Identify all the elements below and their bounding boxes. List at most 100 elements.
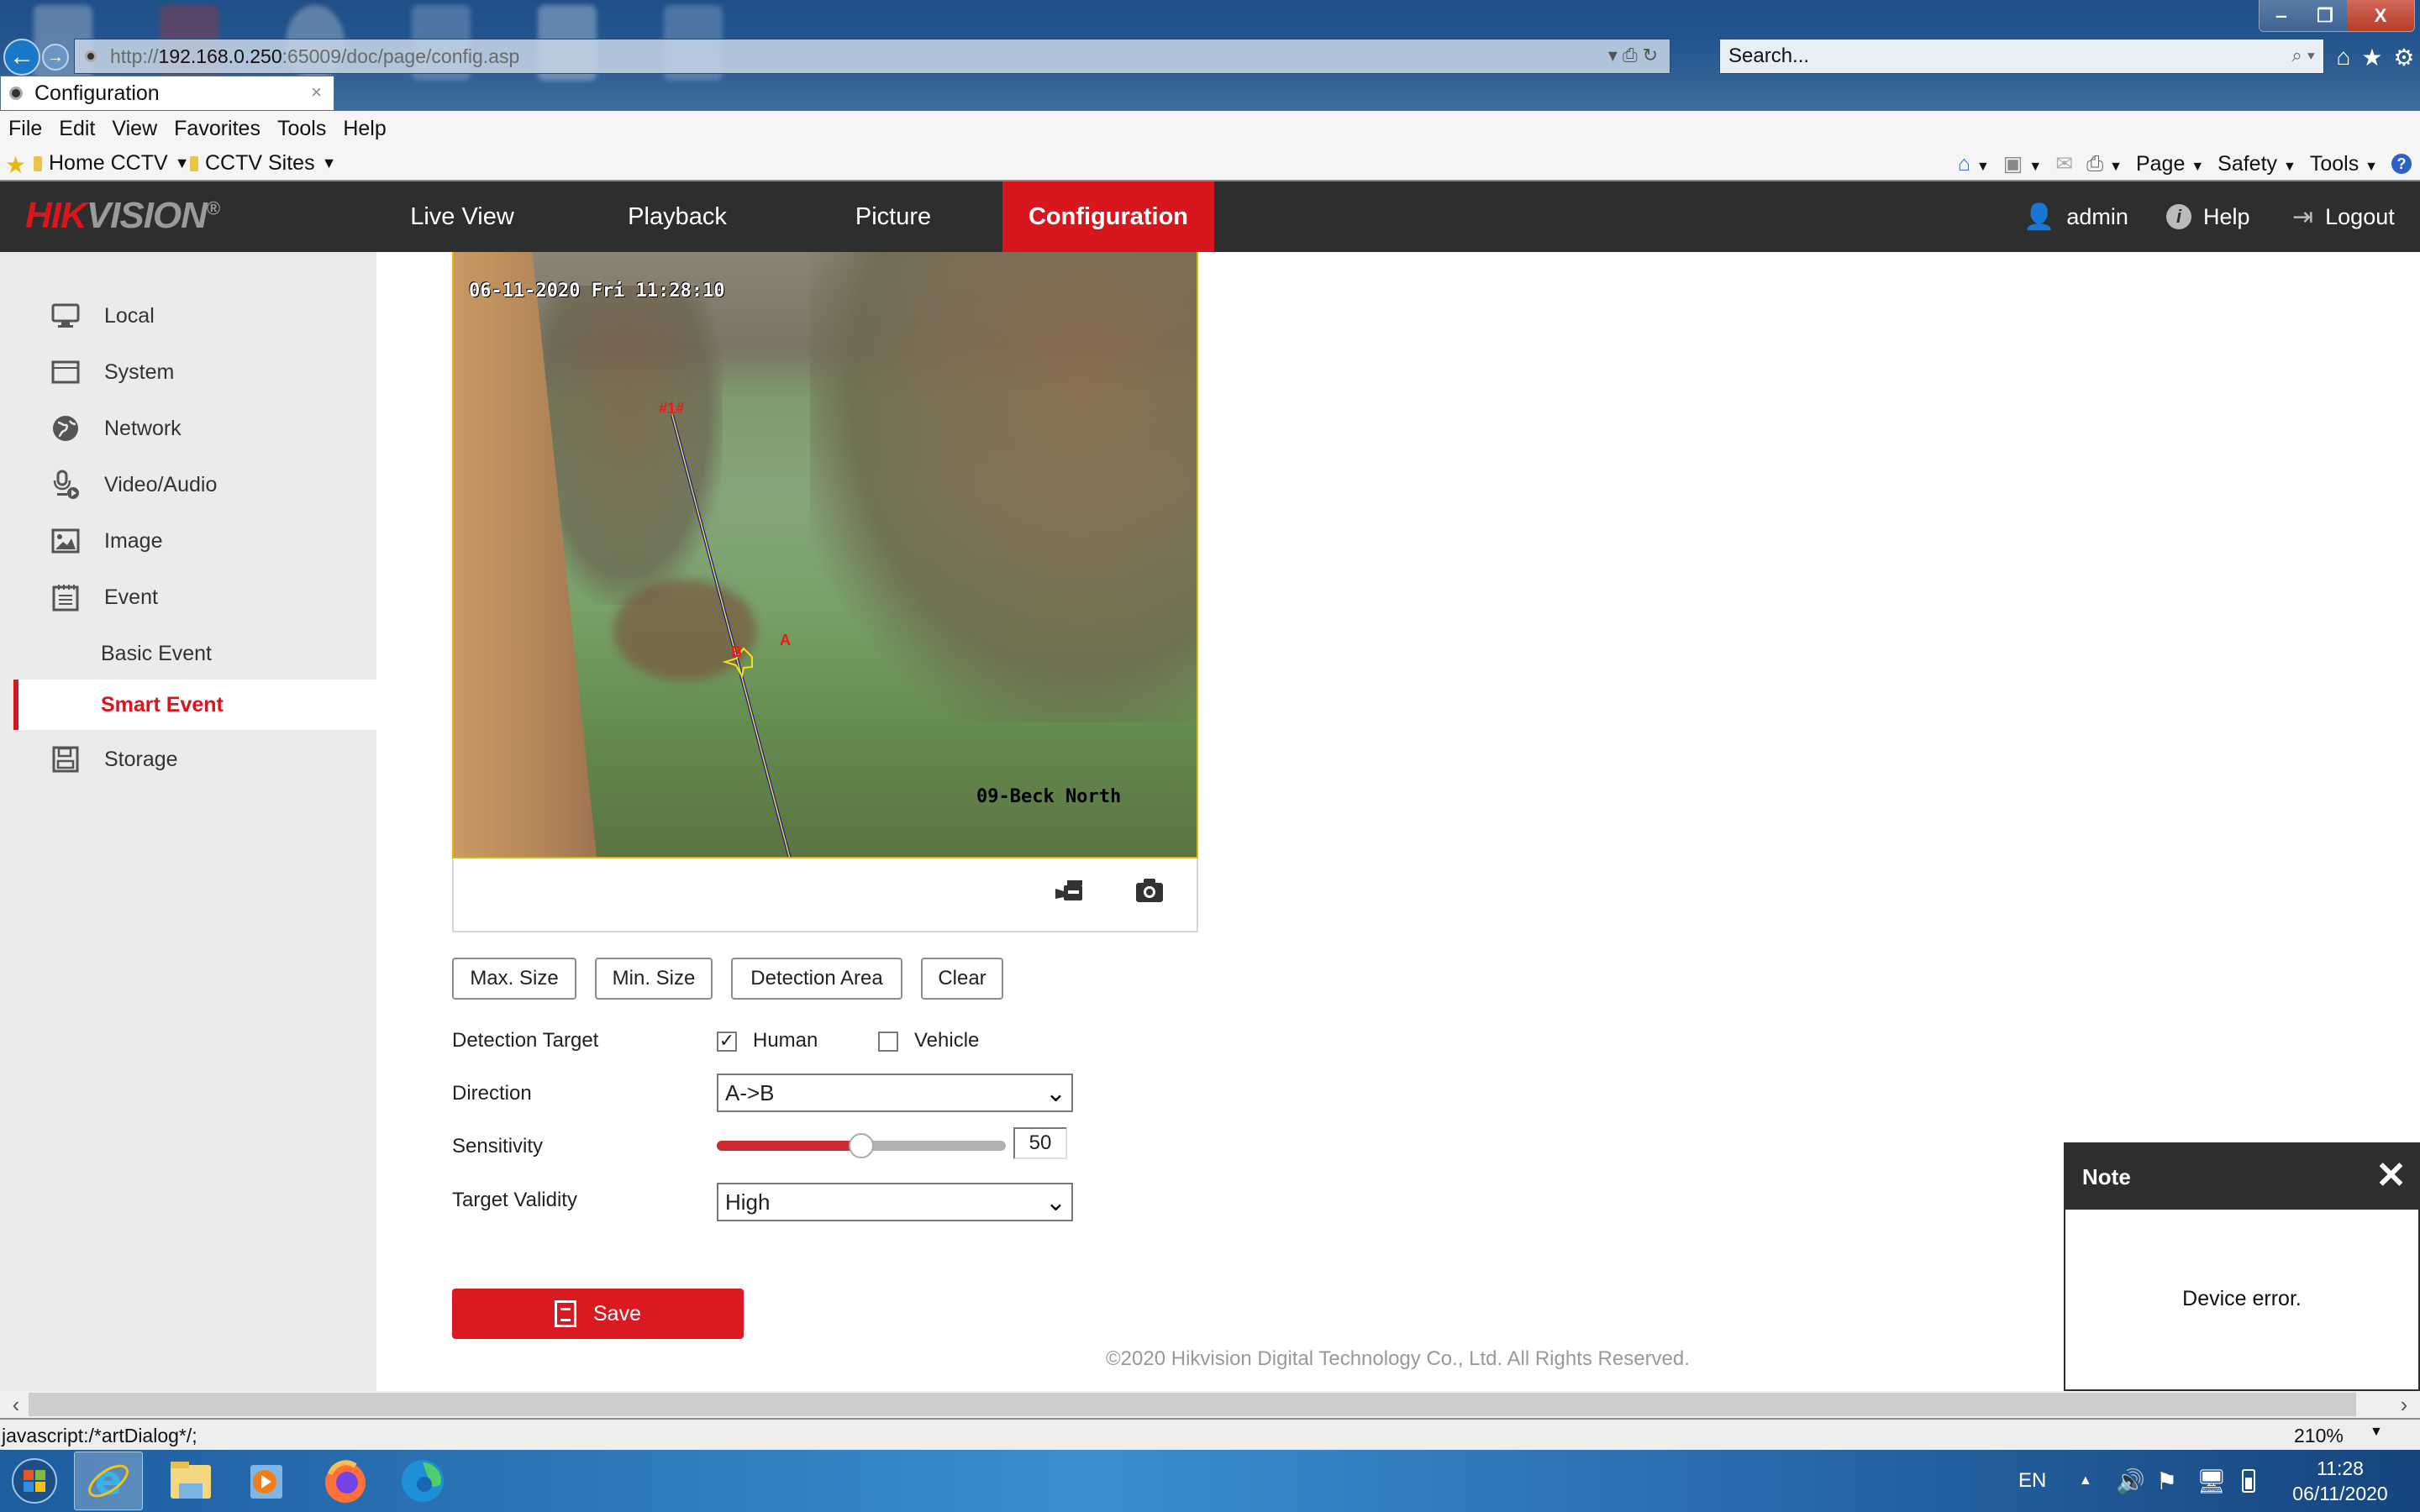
volume-icon[interactable]: 🔊 <box>2116 1450 2145 1512</box>
dropdown-icon[interactable]: ▾ <box>1608 45 1623 66</box>
direction-value: A->B <box>725 1079 775 1105</box>
sidebar-item-system[interactable]: System <box>0 347 376 397</box>
direction-select[interactable]: A->B ⌄ <box>717 1074 1073 1112</box>
tab-close-icon[interactable]: × <box>311 81 322 103</box>
address-bar[interactable]: http://192.168.0.250:65009/doc/page/conf… <box>74 39 1670 74</box>
floppy-disk-icon <box>555 1300 576 1327</box>
sidebar-item-image[interactable]: Image <box>0 516 376 566</box>
taskbar-firefox[interactable] <box>311 1452 380 1510</box>
clock[interactable]: 11:28 06/11/2020 <box>2286 1450 2395 1512</box>
network-icon[interactable]: 🖥 <box>2196 1450 2227 1512</box>
human-checkbox[interactable]: ✓ <box>717 1032 737 1052</box>
compat-view-icon[interactable]: ⎙ <box>1623 45 1643 66</box>
scroll-right-icon[interactable]: › <box>2391 1391 2417 1418</box>
menu-edit[interactable]: Edit <box>59 117 95 141</box>
favorites-star-icon[interactable]: ★ <box>2361 44 2382 71</box>
max-size-button[interactable]: Max. Size <box>452 958 576 1000</box>
user-menu[interactable]: 👤 admin <box>2023 181 2128 252</box>
logout-link[interactable]: ⇥ Logout <box>2292 181 2395 252</box>
forward-button[interactable]: → <box>42 44 69 71</box>
tools-menu[interactable]: Tools ▼ <box>2310 152 2378 176</box>
menu-help[interactable]: Help <box>343 117 386 141</box>
search-input[interactable]: Search... <box>1728 45 1809 68</box>
clear-button[interactable]: Clear <box>921 958 1003 1000</box>
image-icon <box>50 526 81 556</box>
nav-configuration[interactable]: Configuration <box>1002 181 1214 252</box>
snapshot-button[interactable] <box>1134 877 1165 908</box>
username: admin <box>2066 203 2128 229</box>
video-camera-icon <box>1055 880 1082 900</box>
help-link[interactable]: i Help <box>2166 181 2250 252</box>
sidebar-item-local[interactable]: Local <box>0 291 376 341</box>
taskbar-edge[interactable] <box>388 1452 457 1510</box>
close-window-button[interactable]: X <box>2347 0 2414 31</box>
sensitivity-input[interactable]: 50 <box>1013 1127 1067 1159</box>
home-icon[interactable]: ⌂ <box>2336 44 2350 71</box>
print-icon[interactable]: ⎙ ▼ <box>2086 152 2123 176</box>
target-validity-label: Target Validity <box>452 1189 577 1211</box>
language-indicator[interactable]: EN <box>2018 1450 2046 1512</box>
taskbar-file-explorer[interactable] <box>156 1452 225 1510</box>
add-favorites-icon[interactable]: ★ <box>5 151 26 179</box>
show-hidden-icons[interactable]: ▲ <box>2079 1450 2092 1512</box>
minimize-button[interactable]: ‒ <box>2260 0 2303 31</box>
taskbar-media-player[interactable] <box>232 1452 301 1510</box>
zoom-level[interactable]: 210% <box>2294 1425 2344 1447</box>
page-menu[interactable]: Page ▼ <box>2136 152 2204 176</box>
close-icon[interactable]: ✕ <box>2375 1154 2407 1197</box>
gear-icon[interactable]: ⚙ <box>2393 44 2414 71</box>
sidebar-item-storage[interactable]: Storage <box>0 734 376 785</box>
search-icon[interactable]: ⌕ ▾ <box>2291 45 2315 66</box>
vehicle-checkbox[interactable] <box>878 1032 898 1052</box>
sidebar-item-event[interactable]: Event <box>0 572 376 622</box>
search-box[interactable]: Search... ⌕ ▾ <box>1719 39 2324 74</box>
sidebar-subitem-basic-event[interactable]: Basic Event <box>0 628 376 679</box>
read-mail-icon[interactable]: ✉ <box>2055 151 2073 176</box>
restore-button[interactable]: ❐ <box>2303 0 2347 31</box>
clock-date: 06/11/2020 <box>2292 1483 2388 1504</box>
nav-playback[interactable]: Playback <box>612 181 743 252</box>
help-icon[interactable]: ? <box>2391 154 2412 174</box>
tab-configuration[interactable]: Configuration × <box>0 76 334 111</box>
favorite-home-cctv[interactable]: Home CCTV ▼ <box>34 151 190 176</box>
record-video-button[interactable] <box>1055 879 1086 908</box>
start-button[interactable] <box>0 1452 69 1510</box>
sidebar-item-network[interactable]: Network <box>0 403 376 454</box>
safety-menu[interactable]: Safety ▼ <box>2217 152 2296 176</box>
sidebar-subitem-smart-event[interactable]: Smart Event <box>13 680 376 730</box>
menu-tools[interactable]: Tools <box>277 117 326 141</box>
nav-live-view[interactable]: Live View <box>388 181 536 252</box>
min-size-button[interactable]: Min. Size <box>595 958 713 1000</box>
target-validity-value: High <box>725 1189 771 1215</box>
battery-icon[interactable] <box>2242 1450 2255 1512</box>
address-tools: ▾⎙↻ <box>1608 45 1663 66</box>
feeds-icon[interactable]: ▣ ▼ <box>2003 151 2042 176</box>
menu-favorites[interactable]: Favorites <box>174 117 260 141</box>
nav-picture[interactable]: Picture <box>840 181 946 252</box>
detection-area-button[interactable]: Detection Area <box>731 958 902 1000</box>
checkmark-icon: ✓ <box>718 1030 735 1051</box>
scroll-left-icon[interactable]: ‹ <box>3 1391 29 1418</box>
dialog-header: Note ✕ <box>2065 1144 2418 1210</box>
sensitivity-slider-thumb[interactable] <box>849 1133 874 1158</box>
save-button[interactable]: Save <box>452 1289 744 1339</box>
home-page-icon[interactable]: ⌂ ▼ <box>1958 152 1990 176</box>
detection-target-label: Detection Target <box>452 1029 599 1052</box>
horizontal-scrollbar[interactable]: ‹ › <box>0 1391 2420 1418</box>
crossing-line-highlight <box>671 414 791 857</box>
arrow-left-icon: ← <box>9 43 34 71</box>
line-crossing-overlay[interactable] <box>454 252 1198 858</box>
scrollbar-thumb[interactable] <box>29 1393 2356 1416</box>
target-validity-select[interactable]: High ⌄ <box>717 1183 1073 1221</box>
zoom-dropdown-icon[interactable]: ▼ <box>2370 1425 2383 1440</box>
camera-preview[interactable]: 06-11-2020 Fri 11:28:10 09-Beck North #1… <box>452 252 1198 858</box>
back-button[interactable]: ← <box>3 39 40 76</box>
taskbar-internet-explorer[interactable]: e <box>74 1452 143 1510</box>
favorite-cctv-sites[interactable]: CCTV Sites ▼ <box>190 151 336 176</box>
action-center-flag-icon[interactable]: ⚑ <box>2156 1450 2177 1512</box>
menu-file[interactable]: File <box>8 117 42 141</box>
menu-view[interactable]: View <box>112 117 157 141</box>
sidebar-item-video-audio[interactable]: Video/Audio <box>0 459 376 510</box>
dialog-message: Device error. <box>2182 1287 2302 1310</box>
refresh-icon[interactable]: ↻ <box>1643 45 1663 66</box>
